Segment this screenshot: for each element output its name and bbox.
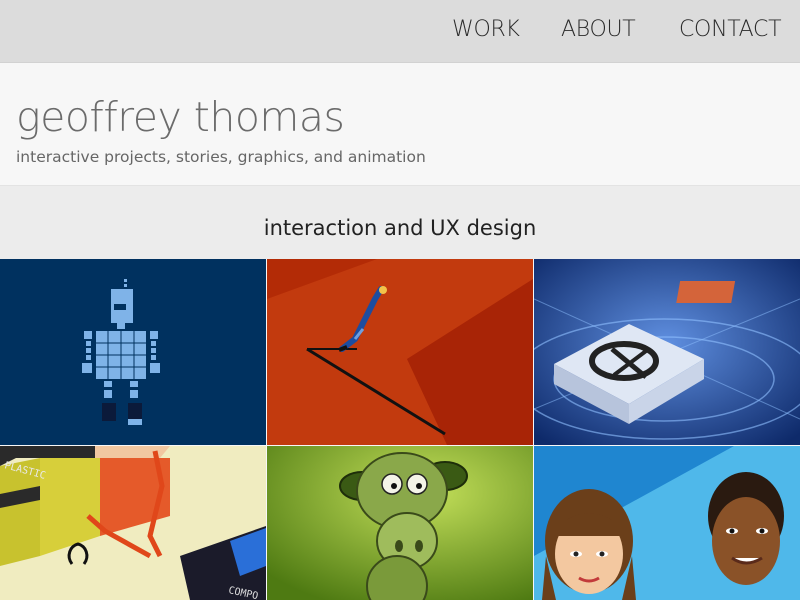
nav-link-work[interactable]: WORK <box>452 17 520 42</box>
site-title: geoffrey thomas <box>16 93 345 141</box>
qx-glass-illustration <box>534 259 800 445</box>
section-header: interaction and UX design <box>0 186 800 259</box>
project-grid: PLASTIC COMPO <box>0 259 800 600</box>
site-header: geoffrey thomas interactive projects, st… <box>0 63 800 186</box>
project-tile-robot[interactable] <box>0 259 266 445</box>
project-tile-plastic[interactable]: PLASTIC COMPO <box>0 446 266 600</box>
project-tile-diver[interactable] <box>267 259 533 445</box>
cow-illustration <box>267 446 533 600</box>
project-tile-kids[interactable] <box>534 446 800 600</box>
diver-illustration <box>267 259 533 445</box>
nav-link-about[interactable]: ABOUT <box>561 17 636 42</box>
top-navigation: WORK ABOUT CONTACT <box>0 0 800 63</box>
nav-link-contact[interactable]: CONTACT <box>679 17 782 42</box>
kids-illustration <box>534 446 800 600</box>
isometric-illustration: PLASTIC COMPO <box>0 446 266 600</box>
section-title: interaction and UX design <box>263 216 537 240</box>
project-tile-qx[interactable] <box>534 259 800 445</box>
project-tile-cow[interactable] <box>267 446 533 600</box>
site-tagline: interactive projects, stories, graphics,… <box>16 148 426 166</box>
robot-illustration <box>0 259 266 445</box>
